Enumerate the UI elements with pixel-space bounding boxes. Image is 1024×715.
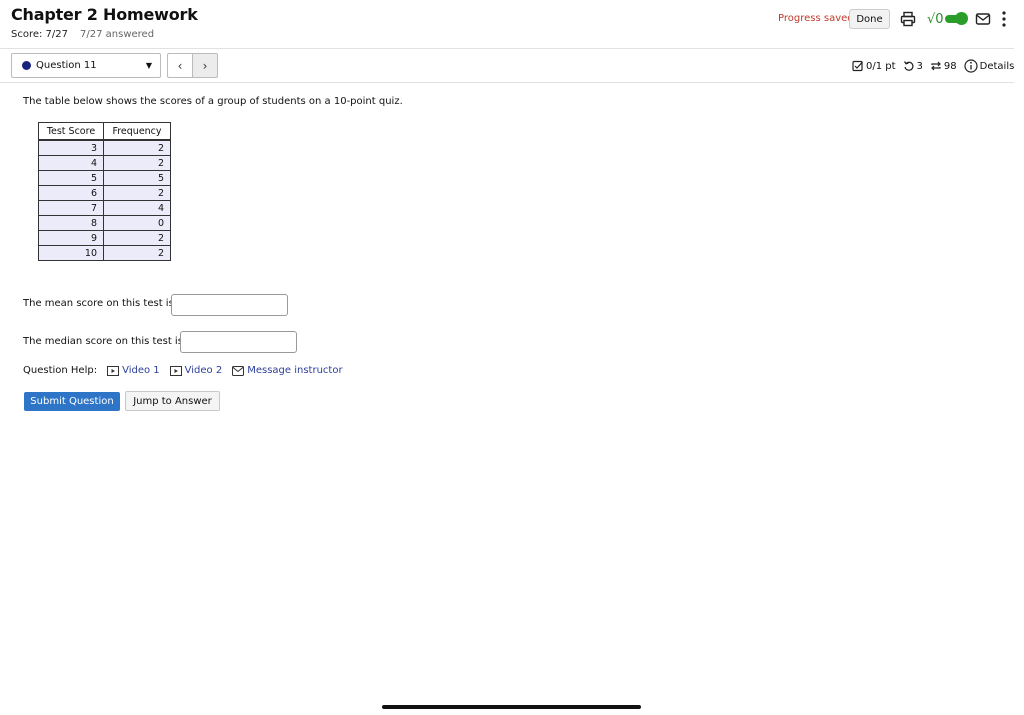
retries-info: 3 [903,60,923,72]
message-instructor-label: Message instructor [247,365,343,376]
score-cell: 6 [38,185,104,201]
question-meta: 0/1 pt 3 98 Details [852,59,1014,73]
score-frequency-table: Test Score Frequency 32 42 55 62 74 80 9… [38,122,171,261]
table-row: 92 [38,230,171,246]
retries-count: 3 [916,60,923,72]
score-cell: 9 [38,230,104,246]
score-cell: 3 [38,139,104,156]
video-1-label: Video 1 [122,365,160,376]
score-cell: 10 [38,245,104,261]
frequency-cell: 2 [103,155,171,171]
message-instructor-link[interactable]: Message instructor [232,365,343,376]
question-prompt: The table below shows the scores of a gr… [23,96,403,107]
jump-to-answer-button[interactable]: Jump to Answer [125,391,220,411]
score-text: Score: 7/27 [11,29,69,40]
caret-down-icon: ▼ [145,61,152,70]
attempts-count: 98 [943,60,957,72]
frequency-cell: 2 [103,230,171,246]
divider-nav [0,82,1014,83]
video-icon [107,365,120,376]
attempts-info: 98 [930,60,957,72]
table-row: 55 [38,170,171,186]
toggle-knob [954,12,968,25]
mail-icon[interactable] [975,11,991,27]
question-help-label: Question Help: [23,365,98,376]
question-help: Question Help: Video 1 Video 2 Message i… [23,365,343,376]
toggle-track [944,12,968,25]
done-button[interactable]: Done [849,9,890,29]
repeat-icon [931,61,941,71]
retry-icon [903,61,914,71]
frequency-cell: 2 [103,185,171,201]
progress-status: Progress saved [778,13,854,24]
column-header: Frequency [103,122,171,141]
details-link[interactable]: Details [964,59,1015,73]
frequency-cell: 5 [103,170,171,186]
status-dot [22,61,31,70]
mail-icon [232,365,245,376]
page-title: Chapter 2 Homework [11,5,198,24]
sqrt-icon: √0 [927,11,944,27]
frequency-cell: 2 [103,139,171,156]
score-cell: 5 [38,170,104,186]
mean-label: The mean score on this test is: [23,298,178,309]
score-cell: 4 [38,155,104,171]
frequency-cell: 4 [103,200,171,216]
score-summary: Score: 7/27 7/27 answered [11,29,154,40]
median-label: The median score on this test is: [23,336,187,347]
submit-question-button[interactable]: Submit Question [24,392,120,411]
frequency-cell: 2 [103,245,171,261]
table-row: 62 [38,185,171,201]
math-palette-toggle[interactable]: √0 [927,10,968,28]
frequency-cell: 0 [103,215,171,231]
table-row: 42 [38,155,171,171]
video-icon [169,365,182,376]
answered-count: 7/27 answered [80,29,155,40]
previous-question-button[interactable]: ‹ [167,53,192,78]
table-header-row: Test Score Frequency [38,122,171,141]
video-2-link[interactable]: Video 2 [169,365,223,376]
print-icon[interactable] [900,11,916,27]
score-cell: 8 [38,215,104,231]
home-indicator [382,705,641,709]
info-icon [964,59,978,73]
mean-input[interactable] [171,294,288,316]
score-cell: 7 [38,200,104,216]
next-question-button[interactable]: › [192,53,218,78]
divider-top [0,48,1014,49]
video-2-label: Video 2 [184,365,223,376]
more-vertical-icon[interactable] [999,10,1009,28]
median-input[interactable] [180,331,297,353]
table-row: 32 [38,139,171,156]
points-info: 0/1 pt [852,60,896,72]
checkbox-icon [852,60,863,72]
details-label: Details [979,60,1015,72]
table-row: 74 [38,200,171,216]
table-row: 10 2 [38,245,171,261]
column-header: Test Score [38,122,104,141]
question-selector-label: Question 11 [36,60,97,71]
question-selector[interactable]: Question 11 ▼ [11,53,161,78]
video-1-link[interactable]: Video 1 [107,365,160,376]
table-row: 80 [38,215,171,231]
points-text: 0/1 pt [866,60,896,72]
